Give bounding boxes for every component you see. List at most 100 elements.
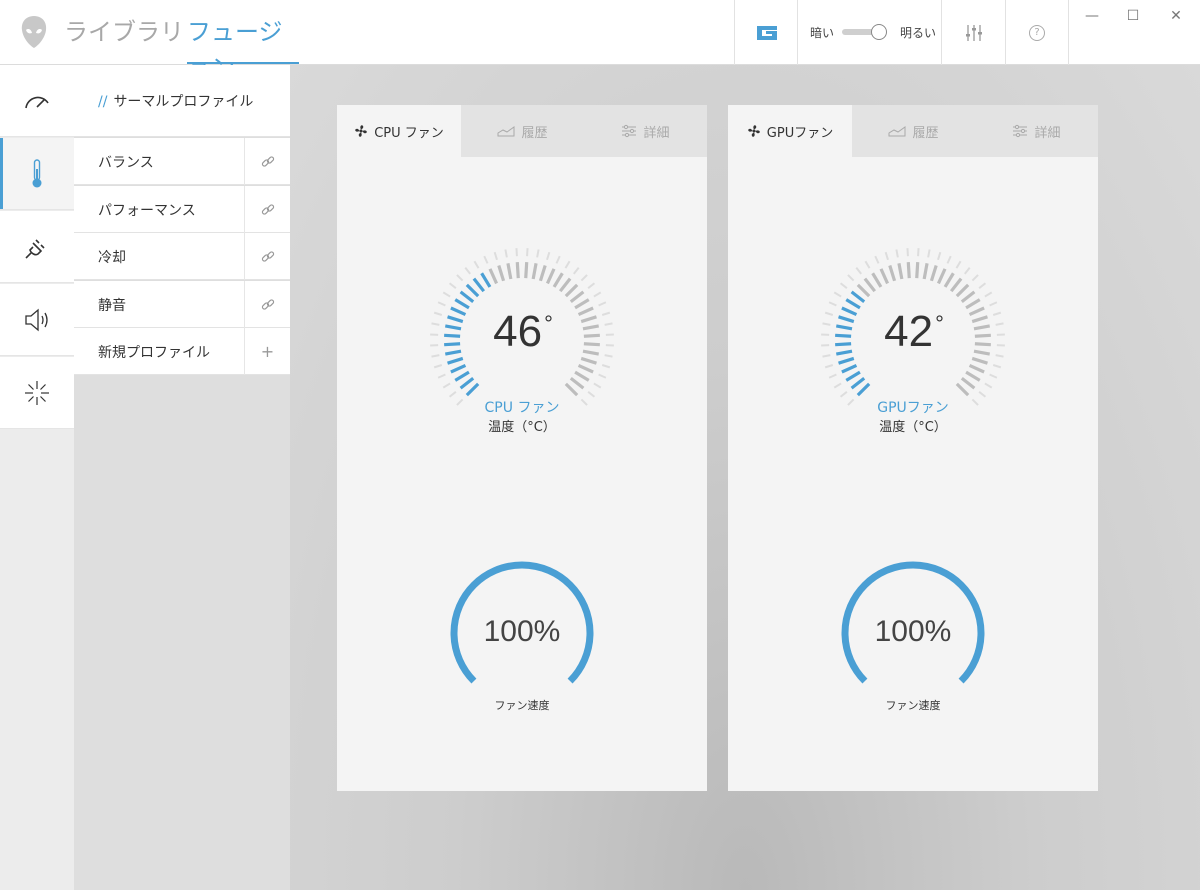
link-button[interactable]	[244, 281, 290, 328]
tab-gpu-fan[interactable]: GPUファン	[728, 105, 852, 157]
card-tabs: CPU ファン 履歴 詳細	[337, 105, 707, 157]
tab-label: 履歴	[521, 125, 548, 141]
profile-panel-title: // サーマルプロファイル	[98, 91, 253, 111]
power-plug-icon	[25, 238, 45, 259]
fan-name: GPUファン	[877, 400, 949, 416]
gauge-tick	[569, 290, 585, 304]
gauge-tick	[897, 262, 904, 280]
gauge-tick-active	[845, 370, 861, 382]
gauge-tick	[497, 265, 506, 282]
temperature-readout: 42°	[728, 307, 1098, 357]
gauge-tick	[558, 277, 572, 293]
rail-item-thermal[interactable]	[0, 138, 74, 210]
gauge-outer-tick	[895, 249, 899, 258]
gauge-outer-tick	[536, 249, 540, 258]
gauge-tick	[943, 272, 955, 288]
gauge-tick	[488, 268, 499, 285]
gauge-outer-tick	[989, 373, 998, 379]
gauge-outer-tick	[573, 266, 580, 275]
gauge-outer-tick	[927, 249, 931, 258]
tab-details[interactable]: 詳細	[975, 105, 1098, 157]
speedometer-icon	[25, 96, 49, 108]
gauge-tick-active	[472, 277, 486, 293]
gauge-outer-tick	[546, 251, 551, 261]
gauge-tick	[922, 262, 929, 280]
minimize-button[interactable]: —	[1072, 4, 1112, 28]
title-prefix: //	[98, 94, 108, 110]
help-button[interactable]: ?	[1006, 0, 1068, 65]
profile-label: 静音	[98, 298, 126, 314]
fan-icon	[355, 125, 367, 137]
theme-light-label: 明るい	[900, 26, 937, 40]
gauge-tick	[531, 262, 538, 280]
theme-toggle[interactable]	[842, 24, 888, 40]
tab-history[interactable]: 履歴	[852, 105, 975, 157]
gauge-tick-active	[841, 363, 858, 374]
plus-icon[interactable]: +	[244, 328, 290, 375]
rail-item-lighting[interactable]	[0, 357, 74, 429]
equalizer-settings-button[interactable]	[942, 0, 1005, 65]
gauge-outer-tick	[839, 391, 848, 398]
gauge-tick	[577, 363, 594, 374]
gauge-tick	[871, 272, 883, 288]
temperature-readout: 46°	[337, 307, 707, 357]
link-button[interactable]	[244, 138, 290, 185]
tab-history[interactable]: 履歴	[461, 105, 584, 157]
profile-item-balance[interactable]: バランス	[74, 138, 294, 185]
nav-tab-fusion[interactable]: フュージョン	[187, 14, 299, 82]
tab-details[interactable]: 詳細	[584, 105, 707, 157]
gauge-tick	[524, 262, 529, 279]
close-button[interactable]: ✕	[1156, 4, 1196, 28]
gauge-tick-active	[447, 356, 464, 365]
maximize-button[interactable]: ☐	[1113, 4, 1153, 28]
thermometer-icon	[32, 158, 42, 187]
rail-item-audio[interactable]	[0, 284, 74, 356]
gauge-outer-tick	[448, 391, 457, 398]
gauge-tick-active	[459, 290, 475, 304]
area-chart-icon	[497, 126, 515, 137]
gauge-tick	[856, 283, 871, 298]
profile-item-new[interactable]: 新規プロファイル +	[74, 328, 290, 375]
gauge-tick-active	[838, 356, 855, 365]
gauge-outer-tick	[989, 301, 998, 307]
settings-sliders-icon	[1013, 124, 1028, 138]
settings-sliders-icon	[622, 124, 637, 138]
gauge-outer-tick	[855, 266, 862, 275]
g-mode-button[interactable]	[735, 0, 797, 65]
gauge-tick	[955, 382, 970, 397]
gauge-outer-tick	[884, 251, 889, 261]
degree-symbol: °	[544, 311, 553, 336]
rail-item-performance[interactable]	[0, 65, 74, 137]
gauge-outer-tick	[833, 291, 842, 298]
fan-speed-value: 100%	[874, 615, 952, 648]
gauge-tick	[552, 272, 564, 288]
fan-speed-value: 100%	[483, 615, 561, 648]
gauge-outer-tick	[864, 260, 871, 269]
temperature-label: 温度（°C）	[488, 420, 556, 435]
speaker-icon	[25, 308, 48, 331]
gauge-outer-tick	[442, 382, 451, 389]
temperature-value: 42	[884, 307, 934, 356]
gauge-outer-tick	[493, 251, 498, 261]
profile-item-quiet[interactable]: 静音	[74, 281, 290, 328]
title-text: サーマルプロファイル	[113, 94, 254, 110]
link-icon	[261, 250, 274, 262]
link-button[interactable]	[244, 233, 290, 280]
rail-item-power[interactable]	[0, 211, 74, 283]
gauge-tick	[960, 290, 976, 304]
tab-cpu-fan[interactable]: CPU ファン	[337, 105, 461, 157]
sliders-icon	[965, 24, 982, 41]
gauge-outer-tick	[580, 274, 588, 282]
gauge-outer-tick	[964, 266, 971, 275]
gauge-outer-tick	[946, 255, 952, 264]
gauge-tick	[506, 262, 513, 280]
gauge-outer-tick	[442, 291, 451, 298]
profile-item-performance[interactable]: パフォーマンス	[74, 186, 290, 233]
link-button[interactable]	[244, 186, 290, 233]
fan-speed-label: ファン速度	[885, 699, 941, 712]
fan-icon	[747, 125, 760, 137]
gauge-tick-active	[850, 376, 866, 390]
profile-item-cooling[interactable]: 冷却	[74, 233, 290, 280]
main-content: CPU ファン 履歴 詳細 46° CPU ファン 温度（°C） 100% ファ…	[290, 65, 1200, 890]
nav-tab-library[interactable]: ライブラリ	[64, 14, 184, 64]
